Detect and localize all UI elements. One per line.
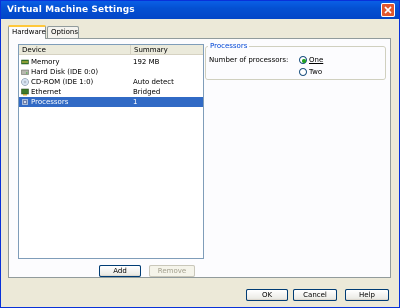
device-name: Processors bbox=[31, 98, 69, 106]
title-bar[interactable]: Virtual Machine Settings bbox=[1, 1, 399, 19]
virtual-machine-settings-dialog: Virtual Machine Settings Hardware Option… bbox=[0, 0, 400, 308]
radio-one-label[interactable]: One bbox=[309, 56, 323, 65]
close-button[interactable] bbox=[381, 3, 395, 17]
radio-two-label[interactable]: Two bbox=[309, 68, 322, 77]
device-name: Memory bbox=[31, 58, 60, 66]
ethernet-icon bbox=[21, 88, 29, 96]
device-list[interactable]: Device Summary Memory 192 MB Hard Disk (… bbox=[18, 44, 204, 259]
device-row-memory[interactable]: Memory 192 MB bbox=[19, 57, 203, 67]
device-name: CD-ROM (IDE 1:0) bbox=[31, 78, 94, 86]
device-summary: 1 bbox=[133, 98, 138, 106]
help-button[interactable]: Help bbox=[345, 289, 389, 301]
number-of-processors-label: Number of processors: bbox=[209, 56, 289, 64]
close-icon bbox=[384, 6, 392, 14]
window-title: Virtual Machine Settings bbox=[7, 5, 135, 15]
memory-icon bbox=[21, 59, 29, 65]
device-list-header: Device Summary bbox=[19, 45, 203, 55]
add-device-button[interactable]: Add bbox=[99, 265, 141, 277]
processor-icon bbox=[22, 99, 28, 105]
hardware-tab-panel: Device Summary Memory 192 MB Hard Disk (… bbox=[8, 38, 391, 278]
cancel-button[interactable]: Cancel bbox=[293, 289, 337, 301]
cdrom-icon bbox=[21, 78, 29, 86]
device-row-cdrom[interactable]: CD-ROM (IDE 1:0) Auto detect bbox=[19, 77, 203, 87]
column-header-summary[interactable]: Summary bbox=[131, 45, 203, 55]
device-summary: Bridged bbox=[133, 88, 161, 96]
device-summary: Auto detect bbox=[133, 78, 174, 86]
device-summary: 192 MB bbox=[133, 58, 160, 66]
device-row-ethernet[interactable]: Ethernet Bridged bbox=[19, 87, 203, 97]
column-header-device[interactable]: Device bbox=[19, 45, 131, 55]
radio-one-processor[interactable] bbox=[299, 56, 307, 64]
processors-group-title: Processors bbox=[208, 42, 250, 51]
remove-device-button[interactable]: Remove bbox=[149, 265, 195, 277]
device-row-hard-disk[interactable]: Hard Disk (IDE 0:0) bbox=[19, 67, 203, 77]
device-row-processors[interactable]: Processors 1 bbox=[19, 97, 203, 107]
tab-hardware[interactable]: Hardware bbox=[8, 25, 46, 39]
ok-button[interactable]: OK bbox=[246, 289, 288, 301]
device-name: Hard Disk (IDE 0:0) bbox=[31, 68, 99, 76]
device-name: Ethernet bbox=[31, 88, 62, 96]
radio-two-processors[interactable] bbox=[299, 68, 307, 76]
radio-selected-dot bbox=[302, 59, 306, 63]
hard-disk-icon bbox=[21, 69, 29, 75]
